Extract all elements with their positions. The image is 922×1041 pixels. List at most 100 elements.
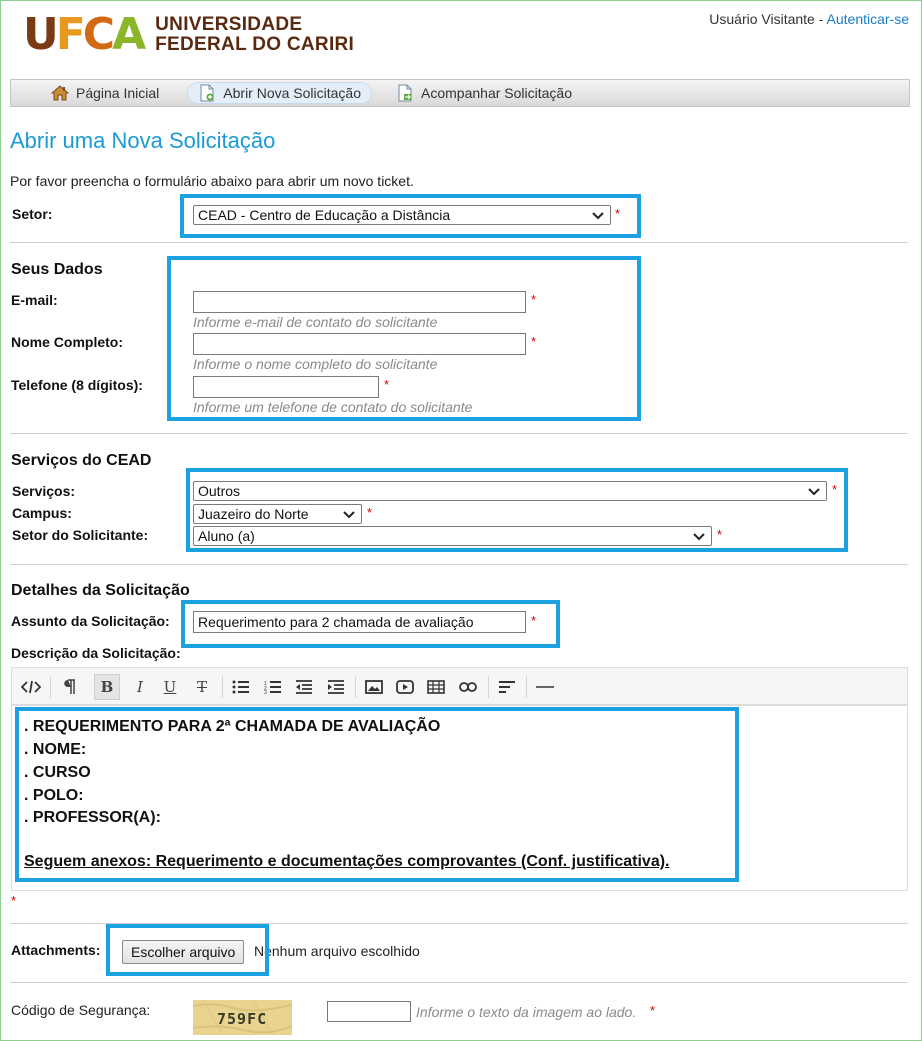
setor-select[interactable]: CEAD - Centro de Educação a Distância	[193, 205, 611, 225]
toolbar-separator	[355, 676, 356, 698]
logo-line2: FEDERAL DO CARIRI	[155, 34, 355, 55]
italic-icon[interactable]: I	[127, 674, 153, 700]
bold-icon[interactable]: B	[94, 674, 120, 700]
captcha-hint: Informe o texto da imagem ao lado.	[416, 1004, 637, 1020]
setor-label: Setor:	[12, 206, 53, 222]
campus-label: Campus:	[12, 505, 72, 521]
nav-item-track-ticket[interactable]: Acompanhar Solicitação	[386, 82, 582, 104]
editor-line: . NOME:	[24, 741, 87, 758]
link-icon[interactable]	[455, 674, 481, 700]
required-mark: *	[11, 893, 17, 908]
telefone-field[interactable]	[193, 376, 379, 398]
nav-item-label: Abrir Nova Solicitação	[223, 85, 362, 101]
captcha-text: 759FC	[217, 1010, 268, 1028]
nav-item-label: Acompanhar Solicitação	[421, 85, 572, 101]
editor-toolbar: B I U T 123	[11, 667, 908, 705]
campus-select[interactable]: Juazeiro do Norte	[193, 504, 362, 524]
setor-solicitante-value: Aluno (a)	[198, 528, 255, 544]
telefone-hint: Informe um telefone de contato do solici…	[193, 399, 473, 415]
table-icon[interactable]	[423, 674, 449, 700]
new-ticket-icon	[198, 84, 216, 102]
video-icon[interactable]	[392, 674, 418, 700]
required-mark: *	[531, 613, 537, 628]
ufca-logo[interactable]: UFCA UNIVERSIDADE FEDERAL DO CARIRI	[23, 11, 354, 59]
strikethrough-icon[interactable]: T	[189, 674, 215, 700]
nav-item-label: Página Inicial	[76, 85, 160, 101]
email-label: E-mail:	[11, 292, 58, 308]
servicos-select[interactable]: Outros	[193, 481, 827, 501]
servicos-label: Serviços:	[12, 483, 76, 499]
page-title: Abrir uma Nova Solicitação	[10, 128, 276, 153]
toolbar-separator	[488, 676, 489, 698]
outdent-icon[interactable]	[291, 674, 317, 700]
descricao-label: Descrição da Solicitação:	[11, 645, 181, 661]
setor-solicitante-select[interactable]: Aluno (a)	[193, 526, 712, 546]
email-field[interactable]	[193, 291, 526, 313]
code-view-icon[interactable]	[18, 674, 44, 700]
intro-text: Por favor preencha o formulário abaixo p…	[10, 173, 414, 189]
email-hint: Informe e-mail de contato do solicitante	[193, 314, 438, 330]
logo-line1: UNIVERSIDADE	[155, 14, 303, 35]
chevron-down-icon	[592, 207, 604, 223]
required-mark: *	[650, 1003, 656, 1018]
required-mark: *	[832, 482, 838, 497]
login-link[interactable]: Autenticar-se	[827, 11, 909, 27]
description-editor[interactable]: . REQUERIMENTO PARA 2ª CHAMADA DE AVALIA…	[11, 705, 908, 891]
page: UFCA UNIVERSIDADE FEDERAL DO CARIRI Usuá…	[0, 0, 922, 1041]
file-status: Nenhum arquivo escolhido	[254, 943, 420, 959]
required-mark: *	[717, 527, 723, 542]
horizontal-rule-icon[interactable]	[532, 674, 558, 700]
required-mark: *	[384, 377, 390, 392]
chevron-down-icon	[808, 483, 820, 499]
toolbar-separator	[222, 676, 223, 698]
setor-solicitante-label: Setor do Solicitante:	[12, 527, 149, 543]
user-status: Usuário Visitante -	[709, 11, 827, 27]
main-nav: Página Inicial Abrir Nova Solicitação Ac…	[10, 79, 910, 107]
bullet-list-icon[interactable]	[228, 674, 254, 700]
required-mark: *	[531, 292, 537, 307]
section-heading-detalhes: Detalhes da Solicitação	[11, 582, 190, 599]
campus-value: Juazeiro do Norte	[198, 506, 309, 522]
logo-text: UNIVERSIDADE FEDERAL DO CARIRI	[155, 15, 354, 55]
telefone-label: Telefone (8 dígitos):	[11, 377, 143, 393]
nome-field[interactable]	[193, 333, 526, 355]
home-icon	[50, 84, 70, 102]
user-bar: Usuário Visitante - Autenticar-se	[709, 11, 909, 27]
image-icon[interactable]	[361, 674, 387, 700]
divider	[10, 564, 908, 565]
servicos-value: Outros	[198, 483, 241, 499]
section-heading-seus-dados: Seus Dados	[11, 261, 103, 278]
required-mark: *	[367, 505, 373, 520]
divider	[10, 923, 908, 924]
required-mark: *	[615, 206, 621, 221]
captcha-label: Código de Segurança:	[11, 1002, 151, 1018]
paragraph-icon[interactable]	[56, 674, 82, 700]
toolbar-separator	[526, 676, 527, 698]
chevron-down-icon	[343, 506, 355, 522]
captcha-input[interactable]	[327, 1001, 411, 1022]
align-icon[interactable]	[494, 674, 520, 700]
numbered-list-icon[interactable]: 123	[260, 674, 286, 700]
divider	[10, 433, 908, 434]
toolbar-separator	[50, 676, 51, 698]
assunto-label: Assunto da Solicitação:	[11, 613, 170, 629]
nome-label: Nome Completo:	[11, 334, 123, 350]
nav-item-new-ticket[interactable]: Abrir Nova Solicitação	[187, 82, 373, 104]
editor-line: . POLO:	[24, 787, 84, 804]
indent-icon[interactable]	[323, 674, 349, 700]
editor-line: . CURSO	[24, 764, 91, 781]
underline-icon[interactable]: U	[157, 674, 183, 700]
nome-hint: Informe o nome completo do solicitante	[193, 356, 438, 372]
logo-mark: UFCA	[23, 9, 146, 60]
editor-line: . PROFESSOR(A):	[24, 809, 161, 826]
track-ticket-icon	[396, 84, 414, 102]
choose-file-button[interactable]: Escolher arquivo	[122, 940, 245, 964]
captcha-image: 759FC	[193, 1000, 292, 1035]
svg-text:3: 3	[264, 690, 267, 694]
section-heading-servicos: Serviços do CEAD	[11, 452, 152, 469]
assunto-field[interactable]: Requerimento para 2 chamada de avaliação	[193, 611, 526, 633]
divider	[10, 242, 908, 243]
nav-item-home[interactable]: Página Inicial	[41, 82, 169, 104]
editor-line: Seguem anexos: Requerimento e documentaç…	[24, 853, 670, 870]
required-mark: *	[531, 334, 537, 349]
